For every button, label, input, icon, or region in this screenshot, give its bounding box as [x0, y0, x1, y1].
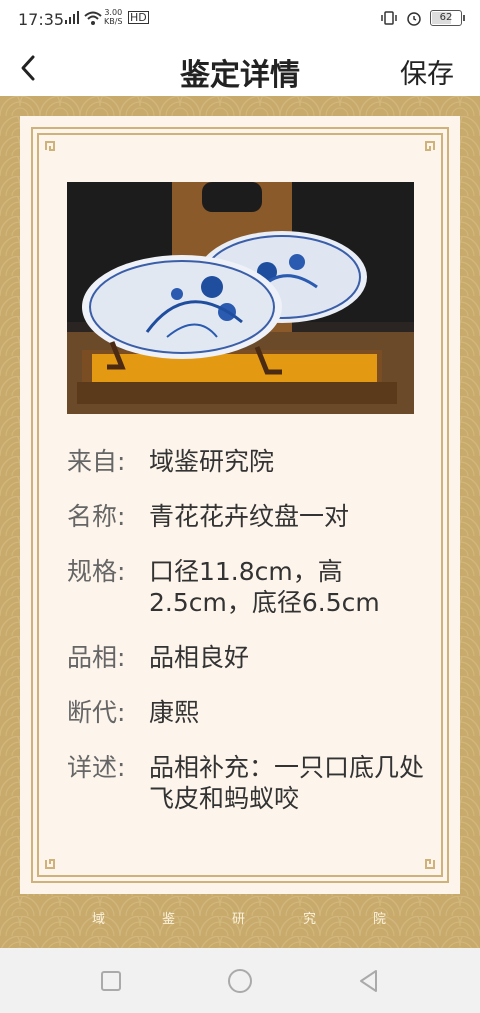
detail-row-source: 来自: 域鉴研究院	[67, 446, 427, 477]
system-nav-bar	[0, 948, 480, 1013]
status-bar: 17:35 3.00 KB/S HD 62	[0, 0, 480, 40]
detail-label: 详述:	[67, 753, 126, 782]
detail-row-description: 详述: 品相补充：一只口底几处飞皮和蚂蚁咬	[67, 752, 427, 814]
artifact-photo	[67, 182, 414, 414]
battery-indicator: 62	[430, 10, 465, 26]
detail-row-spec: 规格: 口径11.8cm，高2.5cm，底径6.5cm	[67, 556, 427, 618]
status-time: 17:35	[18, 10, 65, 29]
watermark-char: 鉴	[162, 912, 176, 927]
signal-icon	[65, 11, 79, 24]
watermark-char: 究	[303, 912, 317, 927]
detail-value: 青花花卉纹盘一对	[149, 502, 350, 531]
status-right-icons: 62	[380, 10, 465, 26]
alarm-icon	[407, 12, 421, 26]
certificate-card: 来自: 域鉴研究院 名称: 青花花卉纹盘一对 规格: 口径11.8cm，高2.5…	[20, 116, 460, 894]
detail-value: 域鉴研究院	[149, 447, 275, 476]
wifi-icon	[84, 11, 102, 25]
app-header: 鉴定详情 保存	[0, 40, 480, 96]
status-left-icons	[64, 11, 102, 25]
detail-label: 品相:	[67, 643, 126, 672]
watermark-char: 院	[373, 912, 387, 927]
vibrate-icon	[381, 11, 397, 25]
detail-value: 品相良好	[149, 643, 250, 672]
detail-value: 康熙	[149, 698, 200, 727]
recents-button[interactable]	[96, 966, 126, 996]
hd-badge: HD	[128, 11, 149, 24]
detail-row-dating: 断代: 康熙	[67, 697, 427, 728]
detail-row-condition: 品相: 品相良好	[67, 642, 427, 673]
watermark-char: 研	[232, 912, 246, 927]
detail-list: 来自: 域鉴研究院 名称: 青花花卉纹盘一对 规格: 口径11.8cm，高2.5…	[67, 446, 427, 838]
detail-label: 断代:	[67, 698, 126, 727]
detail-label: 来自:	[67, 447, 126, 476]
detail-value: 品相补充：一只口底几处飞皮和蚂蚁咬	[149, 753, 425, 813]
detail-row-name: 名称: 青花花卉纹盘一对	[67, 501, 427, 532]
back-nav-button[interactable]	[354, 966, 384, 996]
save-button[interactable]: 保存	[400, 52, 454, 91]
institute-watermark: 域 鉴 研 究 院	[0, 908, 480, 932]
detail-label: 名称:	[67, 502, 126, 531]
detail-value: 口径11.8cm，高2.5cm，底径6.5cm	[149, 557, 380, 617]
watermark-char: 域	[92, 912, 106, 927]
home-button[interactable]	[225, 966, 255, 996]
detail-label: 规格:	[67, 557, 126, 586]
network-speed: 3.00 KB/S	[104, 8, 123, 26]
